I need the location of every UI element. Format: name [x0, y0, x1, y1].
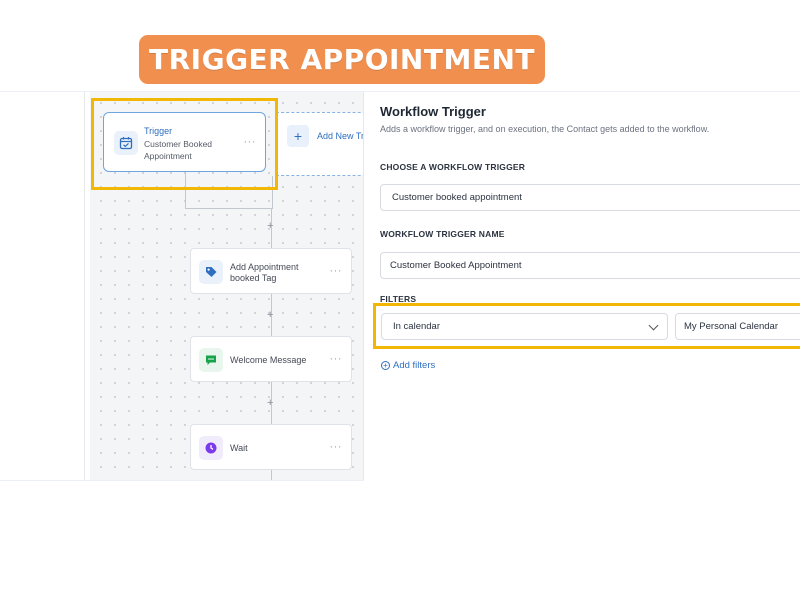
bottom-divider — [0, 480, 364, 481]
step-label: Welcome Message — [230, 355, 307, 365]
add-new-trigger-button[interactable]: + Add New Trig — [276, 112, 364, 176]
add-step-icon[interactable]: + — [267, 398, 273, 409]
highlight-box-filters — [373, 303, 800, 349]
chat-message-icon — [199, 348, 223, 372]
add-step-icon[interactable]: + — [267, 221, 273, 232]
step-label: Add Appointment booked Tag — [230, 262, 299, 283]
connector-line — [271, 470, 272, 480]
clock-icon — [199, 436, 223, 460]
tag-icon — [199, 260, 223, 284]
trigger-name-value: Customer Booked Appointment — [390, 260, 522, 271]
add-step-icon[interactable]: + — [267, 310, 273, 321]
panel-title: Workflow Trigger — [380, 104, 486, 119]
title-banner: TRIGGER APPOINTMENT — [139, 35, 545, 84]
trigger-name-label: WORKFLOW TRIGGER NAME — [380, 229, 505, 239]
banner-title: TRIGGER APPOINTMENT — [149, 43, 535, 76]
step-more-icon[interactable]: ··· — [330, 441, 343, 453]
choose-trigger-label: CHOOSE A WORKFLOW TRIGGER — [380, 162, 526, 172]
add-filters-label: Add filters — [393, 360, 436, 371]
highlight-box-trigger — [91, 98, 278, 190]
step-node-wait[interactable]: Wait ··· — [190, 424, 352, 470]
plus-circle-icon: + — [381, 361, 390, 370]
add-new-trigger-label: Add New Trig — [317, 131, 364, 141]
canvas-divider — [363, 92, 364, 480]
step-node-welcome-message[interactable]: Welcome Message ··· — [190, 336, 352, 382]
connector-line — [185, 208, 273, 209]
plus-icon: + — [287, 125, 309, 147]
step-label: Wait — [230, 443, 248, 453]
panel-description: Adds a workflow trigger, and on executio… — [380, 124, 710, 134]
step-node-add-tag[interactable]: Add Appointment booked Tag ··· — [190, 248, 352, 294]
trigger-name-input[interactable]: Customer Booked Appointment — [380, 252, 800, 279]
choose-trigger-value: Customer booked appointment — [392, 192, 522, 203]
left-divider — [84, 92, 85, 480]
choose-trigger-select[interactable]: Customer booked appointment — [380, 184, 800, 211]
add-filters-link[interactable]: + Add filters — [381, 360, 435, 371]
step-more-icon[interactable]: ··· — [330, 353, 343, 365]
screenshot-root: TRIGGER APPOINTMENT Trigger Customer Boo… — [0, 0, 800, 600]
step-more-icon[interactable]: ··· — [330, 265, 343, 277]
